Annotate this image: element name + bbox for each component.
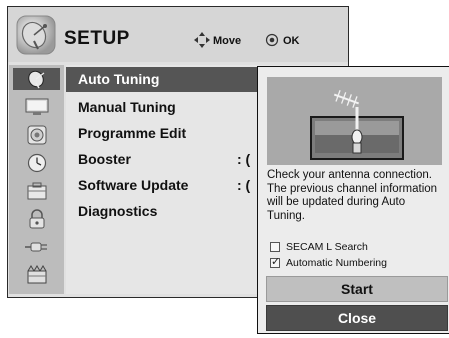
menu-item-value: : (	[237, 151, 251, 167]
dialog-message: Check your antenna connection. The previ…	[267, 169, 438, 222]
checkbox-box: ✓	[270, 256, 281, 268]
ok-hint-label: OK	[283, 35, 300, 47]
auto-tuning-dialog: Check your antenna connection. The previ…	[257, 66, 449, 334]
menu-item-label: Auto Tuning	[78, 71, 160, 87]
sidebar-item-time[interactable]	[13, 152, 60, 174]
sidebar-item-option[interactable]	[13, 180, 60, 202]
ok-button-icon	[265, 33, 279, 47]
clock-icon	[27, 153, 46, 173]
sidebar-item-usb[interactable]	[13, 264, 60, 286]
picture-icon	[25, 98, 48, 115]
menu-item-label: Software Update	[78, 177, 189, 193]
menu-item-label: Diagnostics	[78, 203, 158, 219]
sidebar-item-audio[interactable]	[13, 124, 60, 146]
menu-item-label: Booster	[78, 151, 131, 167]
usb-icon	[27, 265, 46, 284]
automatic-numbering-checkbox[interactable]: ✓ Automatic Numbering	[270, 256, 387, 269]
menu-header: SETUP Move OK	[8, 7, 348, 62]
secam-l-search-checkbox[interactable]: SECAM L Search	[270, 241, 368, 253]
close-button[interactable]: Close	[266, 305, 448, 331]
menu-item-value: : (	[237, 177, 251, 193]
navigate-arrows-icon	[194, 32, 210, 48]
menu-item-label: Programme Edit	[78, 125, 187, 141]
menu-item-label: Manual Tuning	[78, 99, 176, 115]
audio-icon	[27, 125, 46, 145]
satellite-dish-icon	[16, 15, 56, 55]
move-hint-label: Move	[213, 35, 242, 47]
checkbox-label: Automatic Numbering	[286, 257, 387, 269]
satellite-dish-icon	[27, 70, 44, 89]
sidebar-item-lock[interactable]	[13, 208, 60, 230]
checkmark-icon: ✓	[271, 256, 281, 268]
start-button[interactable]: Start	[266, 276, 448, 302]
option-icon	[27, 182, 46, 200]
checkbox-label: SECAM L Search	[286, 241, 368, 253]
lock-icon	[29, 209, 44, 229]
antenna-connection-icon	[267, 77, 442, 165]
category-sidebar	[9, 65, 64, 294]
checkbox-box	[270, 242, 280, 252]
page-title: SETUP	[64, 28, 130, 49]
sidebar-item-picture[interactable]	[13, 96, 60, 118]
sidebar-item-setup[interactable]	[13, 68, 60, 90]
sidebar-item-input[interactable]	[13, 236, 60, 258]
input-icon	[24, 242, 47, 252]
